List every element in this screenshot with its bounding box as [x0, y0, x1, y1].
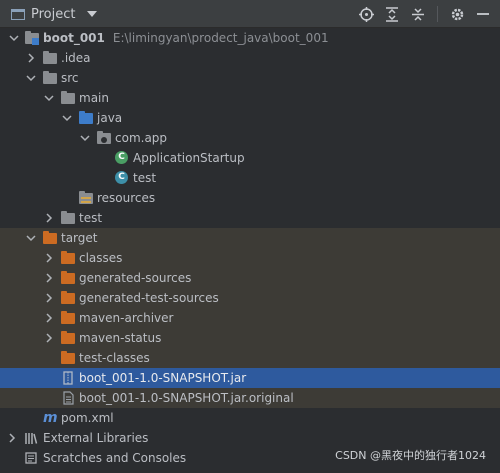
- project-icon: [11, 8, 25, 20]
- tree-item-jar-original[interactable]: boot_001-1.0-SNAPSHOT.jar.original: [0, 388, 500, 408]
- source-folder-icon: [79, 111, 93, 125]
- tree-item-test-classes[interactable]: test-classes: [0, 348, 500, 368]
- chevron-right-icon[interactable]: [43, 272, 55, 284]
- excluded-folder-icon: [43, 231, 57, 245]
- spring-boot-class-icon: C: [115, 151, 129, 165]
- tree-item-generated-test-sources[interactable]: generated-test-sources: [0, 288, 500, 308]
- tree-item-maven-status[interactable]: maven-status: [0, 328, 500, 348]
- tree-item-label: main: [79, 91, 109, 105]
- tree-item-label: .idea: [61, 51, 91, 65]
- tree-item-maven-archiver[interactable]: maven-archiver: [0, 308, 500, 328]
- tree-item-label: target: [61, 231, 98, 245]
- tree-item-label: generated-test-sources: [79, 291, 219, 305]
- tree-item-external-libraries[interactable]: External Libraries: [0, 428, 500, 448]
- folder-icon: [43, 71, 57, 85]
- excluded-folder-icon: [61, 351, 75, 365]
- folder-icon: [61, 91, 75, 105]
- tree-item-com-app[interactable]: com.app: [0, 128, 500, 148]
- folder-icon: [43, 51, 57, 65]
- class-icon: C: [115, 171, 129, 185]
- folder-icon: [61, 211, 75, 225]
- module-folder-icon: [25, 31, 39, 45]
- tree-item-label: src: [61, 71, 79, 85]
- tree-item-label: test: [133, 171, 157, 185]
- tree-item-jar[interactable]: boot_001-1.0-SNAPSHOT.jar: [0, 368, 500, 388]
- tree-item-label: generated-sources: [79, 271, 192, 285]
- tree-item-pom[interactable]: m pom.xml: [0, 408, 500, 428]
- tree-item-label: Scratches and Consoles: [43, 451, 187, 465]
- tree-item-boot-001[interactable]: boot_001 E:\limingyan\prodect_java\boot_0…: [0, 28, 500, 48]
- chevron-down-icon[interactable]: [25, 232, 37, 244]
- file-icon: [61, 391, 75, 405]
- gear-icon[interactable]: [448, 5, 466, 23]
- tree-item-label: test-classes: [79, 351, 150, 365]
- project-toolbar: Project: [0, 0, 500, 28]
- tree-item-label: External Libraries: [43, 431, 149, 445]
- excluded-folder-icon: [61, 291, 75, 305]
- tree-item-label: maven-archiver: [79, 311, 174, 325]
- hide-icon[interactable]: [474, 5, 492, 23]
- expand-all-icon[interactable]: [383, 5, 401, 23]
- tree-item-idea[interactable]: .idea: [0, 48, 500, 68]
- tree-item-test-class[interactable]: C test: [0, 168, 500, 188]
- watermark: CSDN @黑夜中的独行者1024: [335, 449, 486, 462]
- excluded-folder-icon: [61, 311, 75, 325]
- tree-item-label: classes: [79, 251, 123, 265]
- module-name: boot_001: [43, 31, 105, 45]
- chevron-down-icon: [87, 11, 98, 17]
- project-title: Project: [31, 6, 76, 22]
- chevron-right-icon[interactable]: [43, 332, 55, 344]
- tree-item-label: maven-status: [79, 331, 162, 345]
- module-path: E:\limingyan\prodect_java\boot_001: [112, 31, 329, 45]
- collapse-all-icon[interactable]: [409, 5, 427, 23]
- excluded-folder-icon: [61, 251, 75, 265]
- chevron-right-icon[interactable]: [43, 252, 55, 264]
- chevron-right-icon[interactable]: [43, 312, 55, 324]
- tree-item-label: java: [97, 111, 123, 125]
- tree-item-label: ApplicationStartup: [133, 151, 245, 165]
- tree-item-label: com.app: [115, 131, 168, 145]
- tree-item-src[interactable]: src: [0, 68, 500, 88]
- toolbar-separator: [437, 6, 438, 22]
- tree-item-main[interactable]: main: [0, 88, 500, 108]
- tree-item-test-folder[interactable]: test: [0, 208, 500, 228]
- chevron-right-icon[interactable]: [25, 52, 37, 64]
- tree-item-generated-sources[interactable]: generated-sources: [0, 268, 500, 288]
- tree-item-label: boot_001-1.0-SNAPSHOT.jar: [79, 371, 247, 385]
- resources-folder-icon: [79, 191, 93, 205]
- scratches-icon: [24, 451, 38, 465]
- tree-item-label: pom.xml: [61, 411, 114, 425]
- tree-item-classes[interactable]: classes: [0, 248, 500, 268]
- chevron-right-icon[interactable]: [6, 432, 18, 444]
- libraries-icon: [24, 431, 38, 445]
- excluded-folder-icon: [61, 331, 75, 345]
- tree-item-target[interactable]: target: [0, 228, 500, 248]
- tree-item-java[interactable]: java: [0, 108, 500, 128]
- excluded-folder-icon: [61, 271, 75, 285]
- locate-icon[interactable]: [357, 5, 375, 23]
- chevron-down-icon[interactable]: [79, 132, 91, 144]
- tree-item-label: test: [79, 211, 103, 225]
- tree-item-resources[interactable]: resources: [0, 188, 500, 208]
- chevron-down-icon[interactable]: [43, 92, 55, 104]
- jar-icon: [61, 371, 75, 385]
- tree-item-label: boot_001-1.0-SNAPSHOT.jar.original: [79, 391, 294, 405]
- tree-item-application-startup[interactable]: C ApplicationStartup: [0, 148, 500, 168]
- chevron-right-icon[interactable]: [43, 292, 55, 304]
- chevron-right-icon[interactable]: [43, 212, 55, 224]
- tree-item-label: resources: [97, 191, 156, 205]
- chevron-down-icon[interactable]: [25, 72, 37, 84]
- chevron-down-icon[interactable]: [8, 32, 20, 44]
- project-view-selector[interactable]: Project: [11, 5, 98, 23]
- chevron-down-icon[interactable]: [61, 112, 73, 124]
- maven-icon: m: [43, 410, 58, 426]
